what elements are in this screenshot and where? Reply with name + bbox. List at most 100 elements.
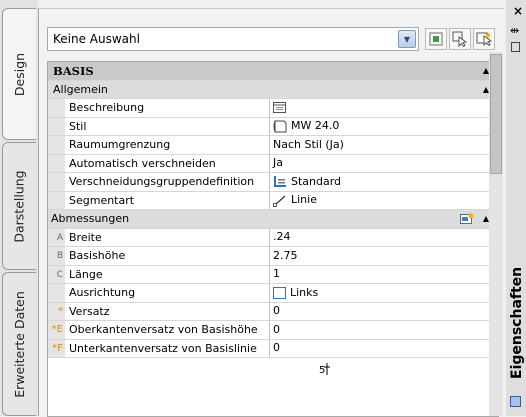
palette-tab-strip: Design Darstellung Erweiterte Daten xyxy=(0,0,38,416)
property-value[interactable]: 2.75 xyxy=(270,247,498,265)
dimension-preview: 5 xyxy=(48,358,498,388)
scrollbar-thumb[interactable] xyxy=(490,54,502,174)
property-row-beschreibung[interactable]: Beschreibung xyxy=(48,99,498,118)
autohide-icon[interactable]: ⇹ xyxy=(510,24,519,37)
property-name: Länge xyxy=(65,265,270,283)
property-value-text: MW 24.0 xyxy=(291,119,340,133)
property-value-text: Ja xyxy=(273,156,283,170)
tab-design-label: Design xyxy=(12,52,28,96)
group-allgemein[interactable]: Allgemein ▲ xyxy=(48,80,498,99)
category-basis[interactable]: BASIS ▲ xyxy=(48,62,498,81)
property-value[interactable]: Standard xyxy=(270,173,498,191)
row-gutter: C xyxy=(48,265,65,283)
row-gutter: *F xyxy=(48,339,65,357)
pickadd-icon xyxy=(429,32,443,46)
property-row-basishoehe[interactable]: B Basishöhe 2.75 xyxy=(48,247,498,266)
property-name: Unterkantenversatz von Basislinie xyxy=(65,339,270,357)
property-row-segmentart[interactable]: Segmentart Linie xyxy=(48,191,498,210)
property-row-raumumgrenzung[interactable]: Raumumgrenzung Nach Stil (Ja) xyxy=(48,136,498,155)
property-name: Beschreibung xyxy=(65,99,270,117)
selection-toolbar: Keine Auswahl ▼ xyxy=(47,27,499,51)
dimension-marker-icon: 5 xyxy=(319,363,330,376)
tab-darstellung[interactable]: Darstellung xyxy=(2,142,36,270)
property-value-text: Linie xyxy=(291,193,317,207)
property-row-automatisch-verschneiden[interactable]: Automatisch verschneiden Ja xyxy=(48,154,498,173)
property-grid: BASIS ▲ Allgemein ▲ Beschreibung Stil MW… xyxy=(47,61,499,417)
chevron-down-icon[interactable]: ▼ xyxy=(398,30,416,48)
palette-title-bar: × ⇹ Eigenschaften xyxy=(506,0,526,416)
property-row-versatz[interactable]: * Versatz 0 xyxy=(48,302,498,321)
tab-erweiterte-daten-label: Erweiterte Daten xyxy=(12,290,27,398)
property-row-breite[interactable]: A Breite .24 xyxy=(48,228,498,247)
property-name: Segmentart xyxy=(65,191,270,209)
property-row-laenge[interactable]: C Länge 1 xyxy=(48,265,498,284)
tab-erweiterte-daten[interactable]: Erweiterte Daten xyxy=(2,272,36,416)
property-row-oberkantenversatz[interactable]: *E Oberkantenversatz von Basishöhe 0 xyxy=(48,321,498,340)
row-gutter xyxy=(48,284,65,302)
properties-panel: Keine Auswahl ▼ BASIS ▲ Allgemein ▲ Besc… xyxy=(38,8,504,417)
select-objects-button[interactable] xyxy=(449,28,471,50)
properties-menu-icon[interactable] xyxy=(511,42,520,52)
property-name: Versatz xyxy=(65,302,270,320)
property-value-text: 1 xyxy=(273,267,280,281)
property-value[interactable]: Ja xyxy=(270,155,498,173)
property-value[interactable]: Links xyxy=(270,284,498,302)
row-gutter: * xyxy=(48,302,65,320)
quick-select-button[interactable] xyxy=(473,28,495,50)
group-allgemein-label: Allgemein xyxy=(53,82,108,96)
description-icon xyxy=(273,102,286,114)
property-grid-scrollbar[interactable] xyxy=(489,52,503,416)
row-gutter xyxy=(48,191,65,209)
property-value[interactable] xyxy=(270,99,498,117)
quick-select-icon xyxy=(476,32,492,47)
property-value-text: 2.75 xyxy=(273,248,298,262)
tab-design[interactable]: Design xyxy=(2,8,36,140)
property-value-text: .24 xyxy=(273,230,291,244)
tab-darstellung-label: Darstellung xyxy=(12,169,28,243)
property-name: Verschneidungsgruppendefinition xyxy=(65,173,270,191)
row-gutter xyxy=(48,173,65,191)
select-objects-icon xyxy=(452,31,468,47)
property-value-text: 0 xyxy=(273,322,280,336)
style-icon xyxy=(273,120,287,133)
category-basis-label: BASIS xyxy=(53,64,94,78)
property-name: Basishöhe xyxy=(65,247,270,265)
property-value-text: 0 xyxy=(273,304,280,318)
line-segment-icon xyxy=(273,195,286,207)
close-icon[interactable]: × xyxy=(513,4,523,18)
row-gutter: B xyxy=(48,247,65,265)
row-gutter xyxy=(48,117,65,135)
property-name: Oberkantenversatz von Basishöhe xyxy=(65,321,270,339)
row-gutter xyxy=(48,99,65,117)
selection-dropdown[interactable]: Keine Auswahl ▼ xyxy=(47,27,419,51)
property-value[interactable]: 1 xyxy=(270,266,498,284)
property-value-text: Standard xyxy=(291,174,342,188)
justification-icon xyxy=(273,286,286,299)
palette-icon xyxy=(510,396,521,407)
group-definition-icon xyxy=(274,176,286,188)
property-value-text: Links xyxy=(290,285,319,299)
group-abmessungen-label: Abmessungen xyxy=(51,212,130,225)
property-value[interactable]: Linie xyxy=(270,192,498,210)
property-value[interactable]: 0 xyxy=(270,321,498,339)
property-name: Raumumgrenzung xyxy=(65,136,270,154)
property-value[interactable]: 0 xyxy=(270,303,498,321)
toggle-pickadd-button[interactable] xyxy=(425,28,447,50)
property-row-ausrichtung[interactable]: Ausrichtung Links xyxy=(48,284,498,303)
row-gutter xyxy=(48,154,65,172)
property-value[interactable]: .24 xyxy=(270,229,498,247)
row-gutter xyxy=(48,136,65,154)
property-value[interactable]: Nach Stil (Ja) xyxy=(270,136,498,154)
property-row-unterkantenversatz[interactable]: *F Unterkantenversatz von Basislinie 0 xyxy=(48,339,498,358)
group-abmessungen[interactable]: Abmessungen ▲ xyxy=(48,210,498,229)
property-row-stil[interactable]: Stil MW 24.0 xyxy=(48,117,498,136)
property-value-text: Nach Stil (Ja) xyxy=(273,137,344,151)
property-name: Breite xyxy=(65,228,270,246)
dimension-display-icon[interactable] xyxy=(460,213,474,225)
property-name: Automatisch verschneiden xyxy=(65,154,270,172)
property-value-text: 0 xyxy=(273,341,280,355)
property-value[interactable]: 0 xyxy=(270,340,498,358)
property-value[interactable]: MW 24.0 xyxy=(270,118,498,136)
property-name: Ausrichtung xyxy=(65,284,270,302)
property-row-verschneidungsgruppendefinition[interactable]: Verschneidungsgruppendefinition Standard xyxy=(48,173,498,192)
